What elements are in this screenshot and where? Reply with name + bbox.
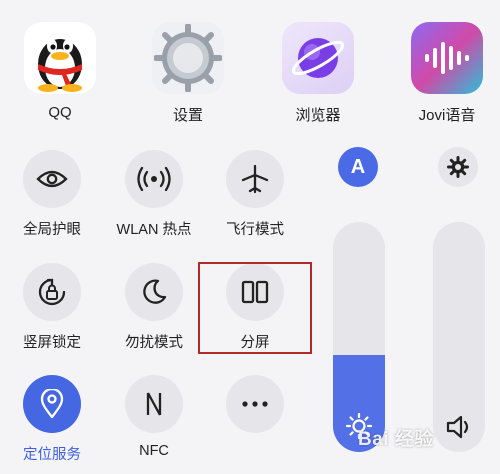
brightness-slider[interactable] [333,222,385,452]
app-qq[interactable]: QQ [10,22,110,121]
settings-gear-icon [152,22,224,94]
tile-hotspot[interactable]: WLAN 热点 [99,150,209,239]
location-button[interactable] [23,375,81,433]
tile-airplane[interactable]: 飞行模式 [200,150,310,239]
tile-location[interactable]: 定位服务 [0,375,107,464]
tile-label: WLAN 热点 [116,222,192,238]
browser-planet-icon [282,22,354,94]
highlight-box [198,262,312,354]
nfc-icon [145,391,163,417]
tile-eye-care[interactable]: 全局护眼 [0,150,107,239]
eye-icon [36,170,68,188]
hotspot-icon [137,167,171,191]
airplane-icon [241,164,269,194]
tile-label: 竖屏锁定 [23,335,81,351]
tile-more[interactable] [200,375,310,443]
app-label: QQ [48,104,72,121]
tile-label: NFC [139,443,169,459]
dnd-button[interactable] [125,263,183,321]
app-jovi[interactable]: Jovi语音 [397,22,497,125]
location-pin-icon [40,389,64,419]
hotspot-button[interactable] [125,150,183,208]
rotation-lock-icon [38,278,66,306]
tile-label: 全局护眼 [23,222,81,238]
more-dots-icon [242,401,268,407]
settings-button[interactable] [438,147,478,187]
watermark: Bai 经验 [358,429,434,450]
volume-icon-wrap [433,414,485,440]
qq-penguin-icon [24,22,96,94]
tile-label: 飞行模式 [226,222,284,238]
rotation-lock-button[interactable] [23,263,81,321]
eye-care-button[interactable] [23,150,81,208]
app-label: 设置 [172,107,203,124]
more-button[interactable] [226,375,284,433]
auto-brightness-label: A [350,155,366,178]
moon-icon [143,279,167,304]
airplane-button[interactable] [226,150,284,208]
tile-nfc[interactable]: NFC [99,375,209,459]
speaker-icon [446,415,469,439]
app-label: 浏览器 [295,107,341,124]
tile-rotation-lock[interactable]: 竖屏锁定 [0,263,107,352]
gear-icon [447,156,469,178]
volume-slider[interactable] [433,222,485,452]
app-label: Jovi语音 [418,107,476,124]
auto-brightness-button[interactable]: A [338,147,378,187]
tile-label: 定位服务 [23,447,81,463]
tile-dnd[interactable]: 勿扰模式 [99,263,209,352]
jovi-voice-icon [411,22,483,94]
nfc-button[interactable] [125,375,183,433]
app-browser[interactable]: 浏览器 [268,22,368,125]
app-settings[interactable]: 设置 [138,22,238,125]
tile-label: 勿扰模式 [125,335,183,351]
